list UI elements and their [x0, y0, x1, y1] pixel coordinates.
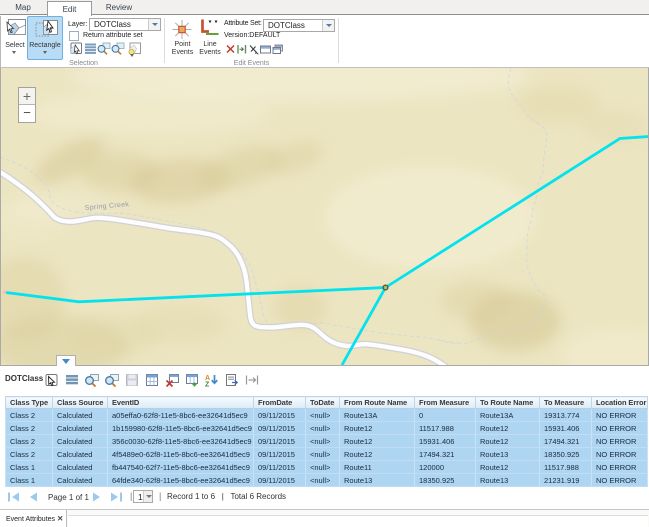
svg-text:Page 1 of 1: Page 1 of 1 [48, 493, 89, 502]
svg-text:Z: Z [205, 382, 210, 388]
